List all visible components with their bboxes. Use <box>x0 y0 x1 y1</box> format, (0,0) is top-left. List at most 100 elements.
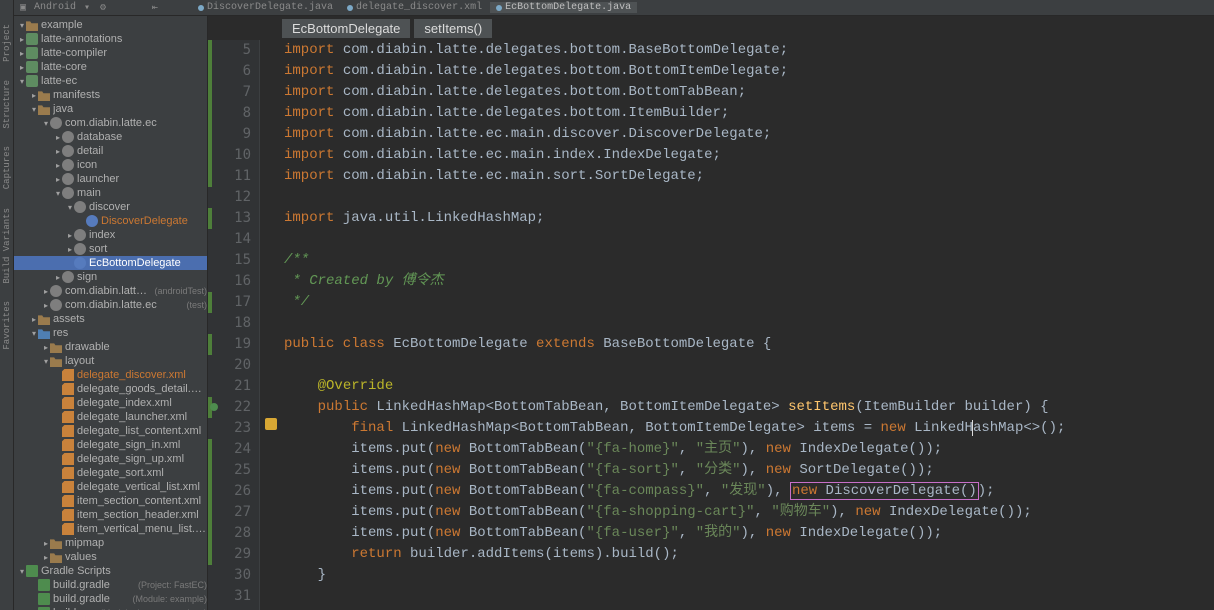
expand-arrow-icon[interactable] <box>42 343 50 352</box>
line-number[interactable]: 30 <box>208 565 259 586</box>
line-number[interactable]: 25 <box>208 460 259 481</box>
editor-gutter[interactable]: 5678910111213141516171819202122232425262… <box>208 40 260 610</box>
expand-arrow-icon[interactable] <box>66 231 74 240</box>
line-number[interactable]: 29 <box>208 544 259 565</box>
line-number[interactable]: 5 <box>208 40 259 61</box>
line-number[interactable]: 19 <box>208 334 259 355</box>
expand-arrow-icon[interactable] <box>18 21 26 30</box>
line-number[interactable]: 14 <box>208 229 259 250</box>
expand-arrow-icon[interactable] <box>54 175 62 184</box>
project-dropdown[interactable]: Android <box>34 2 76 13</box>
line-number[interactable]: 18 <box>208 313 259 334</box>
expand-arrow-icon[interactable] <box>42 539 50 548</box>
tree-row[interactable]: delegate_sign_in.xml <box>14 438 207 452</box>
expand-arrow-icon[interactable] <box>30 329 38 338</box>
tree-row[interactable]: latte-compiler <box>14 46 207 60</box>
tree-row[interactable]: example <box>14 18 207 32</box>
tool-build-variants[interactable]: Build Variants <box>2 204 12 288</box>
expand-arrow-icon[interactable] <box>30 105 38 114</box>
tree-row[interactable]: build.gradle(Module: latte-annotations) <box>14 606 207 610</box>
tree-row[interactable]: latte-annotations <box>14 32 207 46</box>
tree-row[interactable]: index <box>14 228 207 242</box>
editor-tab[interactable]: EcBottomDelegate.java <box>490 2 637 13</box>
tree-row[interactable]: latte-ec <box>14 74 207 88</box>
tree-row[interactable]: com.diabin.latte.ec(test) <box>14 298 207 312</box>
settings-icon[interactable]: ⚙ <box>98 2 108 14</box>
tree-row[interactable]: layout <box>14 354 207 368</box>
line-number[interactable]: 21 <box>208 376 259 397</box>
tree-row[interactable]: DiscoverDelegate <box>14 214 207 228</box>
expand-arrow-icon[interactable] <box>42 357 50 366</box>
tree-row[interactable]: launcher <box>14 172 207 186</box>
tree-row[interactable]: build.gradle(Module: example) <box>14 592 207 606</box>
tree-row[interactable]: delegate_vertical_list.xml <box>14 480 207 494</box>
tree-row[interactable]: delegate_sort.xml <box>14 466 207 480</box>
line-number[interactable]: 6 <box>208 61 259 82</box>
editor-tab[interactable]: DiscoverDelegate.java <box>192 2 339 13</box>
tool-captures[interactable]: Captures <box>2 142 12 193</box>
tree-row[interactable]: delegate_launcher.xml <box>14 410 207 424</box>
expand-arrow-icon[interactable] <box>18 49 26 58</box>
tree-row[interactable]: mipmap <box>14 536 207 550</box>
tree-row[interactable]: assets <box>14 312 207 326</box>
expand-arrow-icon[interactable] <box>66 245 74 254</box>
line-number[interactable]: 31 <box>208 586 259 607</box>
breadcrumb-method[interactable]: setItems() <box>414 19 492 38</box>
line-number[interactable]: 26 <box>208 481 259 502</box>
expand-arrow-icon[interactable] <box>18 567 26 576</box>
tree-row[interactable]: delegate_discover.xml <box>14 368 207 382</box>
tree-row[interactable]: latte-core <box>14 60 207 74</box>
expand-arrow-icon[interactable] <box>30 91 38 100</box>
expand-arrow-icon[interactable] <box>18 35 26 44</box>
tool-project[interactable]: Project <box>2 20 12 66</box>
tree-row[interactable]: detail <box>14 144 207 158</box>
tree-row[interactable]: Gradle Scripts <box>14 564 207 578</box>
line-number[interactable]: 28 <box>208 523 259 544</box>
tree-row[interactable]: build.gradle(Project: FastEC) <box>14 578 207 592</box>
tree-row[interactable]: item_vertical_menu_list.xml <box>14 522 207 536</box>
tree-row[interactable]: sign <box>14 270 207 284</box>
tree-row[interactable]: drawable <box>14 340 207 354</box>
tree-row[interactable]: item_section_header.xml <box>14 508 207 522</box>
code-editor[interactable]: import com.diabin.latte.delegates.bottom… <box>260 40 1214 610</box>
expand-arrow-icon[interactable] <box>54 147 62 156</box>
tree-row[interactable]: icon <box>14 158 207 172</box>
tree-row[interactable]: discover <box>14 200 207 214</box>
line-number[interactable]: 13 <box>208 208 259 229</box>
expand-arrow-icon[interactable] <box>18 63 26 72</box>
line-number[interactable]: 22 <box>208 397 259 418</box>
expand-arrow-icon[interactable] <box>66 203 74 212</box>
tree-row[interactable]: main <box>14 186 207 200</box>
line-number[interactable]: 10 <box>208 145 259 166</box>
line-number[interactable]: 23 <box>208 418 259 439</box>
line-number[interactable]: 27 <box>208 502 259 523</box>
line-number[interactable]: 20 <box>208 355 259 376</box>
expand-arrow-icon[interactable] <box>42 287 50 296</box>
editor-tab[interactable]: delegate_discover.xml <box>341 2 488 13</box>
project-tree[interactable]: examplelatte-annotationslatte-compilerla… <box>14 16 208 610</box>
tree-row[interactable]: sort <box>14 242 207 256</box>
breadcrumb-class[interactable]: EcBottomDelegate <box>282 19 410 38</box>
tree-row[interactable]: delegate_list_content.xml <box>14 424 207 438</box>
tree-row[interactable]: database <box>14 130 207 144</box>
tool-favorites[interactable]: Favorites <box>2 297 12 354</box>
tool-structure[interactable]: Structure <box>2 76 12 133</box>
tree-row[interactable]: delegate_sign_up.xml <box>14 452 207 466</box>
expand-arrow-icon[interactable] <box>54 161 62 170</box>
expand-arrow-icon[interactable] <box>42 119 50 128</box>
override-marker-icon[interactable] <box>210 403 218 411</box>
tree-row[interactable]: manifests <box>14 88 207 102</box>
expand-arrow-icon[interactable] <box>54 133 62 142</box>
line-number[interactable]: 7 <box>208 82 259 103</box>
expand-arrow-icon[interactable] <box>42 301 50 310</box>
expand-arrow-icon[interactable] <box>18 77 26 86</box>
expand-arrow-icon[interactable] <box>54 273 62 282</box>
line-number[interactable]: 9 <box>208 124 259 145</box>
line-number[interactable]: 16 <box>208 271 259 292</box>
tree-row[interactable]: res <box>14 326 207 340</box>
tree-row[interactable]: EcBottomDelegate <box>14 256 207 270</box>
tree-row[interactable]: values <box>14 550 207 564</box>
line-number[interactable]: 11 <box>208 166 259 187</box>
tree-row[interactable]: delegate_index.xml <box>14 396 207 410</box>
chevron-down-icon[interactable]: ▾ <box>82 2 92 14</box>
